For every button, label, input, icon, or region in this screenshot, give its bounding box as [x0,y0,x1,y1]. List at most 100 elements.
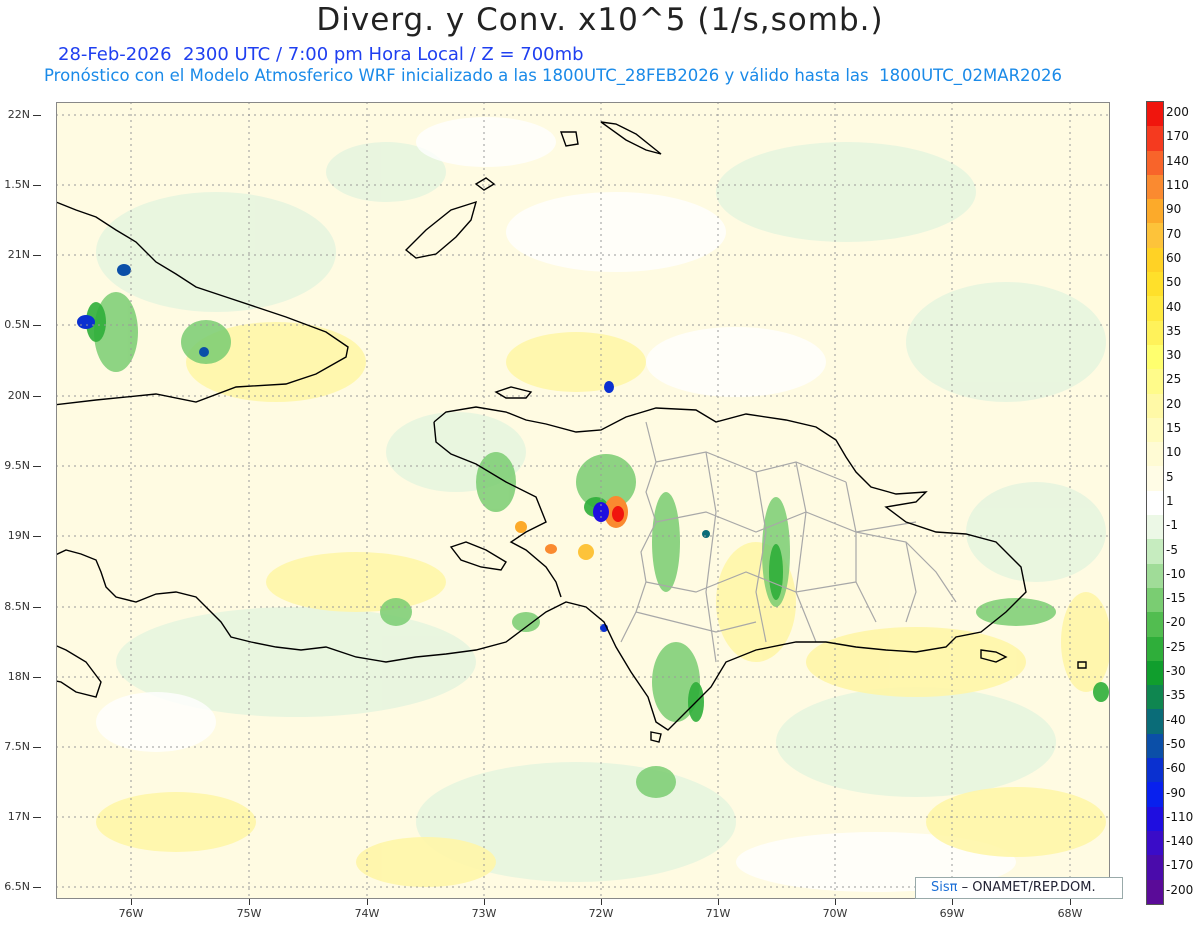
divergence-field [56,102,1110,899]
lon-label-72w: 72W [588,907,614,920]
color-scale-label: -140 [1166,834,1194,849]
lon-tick [601,899,602,905]
lon-label-69w: 69W [939,907,965,920]
color-scale-label: 140 [1166,153,1189,168]
color-scale-swatch [1147,150,1163,175]
color-scale-swatch [1147,539,1163,564]
lat-label-18-5n: 8.5N [4,600,30,613]
lon-tick [718,899,719,905]
color-scale-swatch [1147,709,1163,734]
lon-tick [249,899,250,905]
model-info-line: Pronóstico con el Modelo Atmosferico WRF… [44,66,1063,85]
lon-tick [835,899,836,905]
lat-tick [33,817,41,818]
lat-tick [33,325,41,326]
lat-label-21-5n: 1.5N [4,178,30,191]
lon-tick [367,899,368,905]
color-scale-label: 60 [1166,250,1182,265]
color-scale-swatch [1147,466,1163,491]
color-scale-swatch [1147,126,1163,151]
color-scale-swatch [1147,685,1163,710]
lat-tick [33,747,41,748]
color-scale-swatch [1147,393,1163,418]
credit-box: Sisπ – ONAMET/REP.DOM. [915,877,1123,899]
color-scale-swatch [1147,344,1163,370]
color-scale-swatch [1147,830,1163,856]
sispi-logo-text: Sisπ [931,880,958,895]
color-scale-swatch [1147,223,1163,248]
color-scale-label: 1 [1166,493,1174,508]
lat-tick [33,677,41,678]
lon-label-68w: 68W [1057,907,1083,920]
lat-tick [33,185,41,186]
color-scale-label: 20 [1166,396,1182,411]
color-scale-label: -10 [1166,566,1186,581]
color-scale-label: 35 [1166,323,1182,338]
lat-tick [33,466,41,467]
color-scale-label: -1 [1166,518,1178,533]
color-scale-label: 90 [1166,202,1182,217]
color-scale-label: -170 [1166,858,1194,873]
color-scale-bar [1146,101,1164,905]
color-scale-label: -90 [1166,785,1186,800]
lon-label-73w: 73W [471,907,497,920]
lat-label-17-5n: 7.5N [4,740,30,753]
lon-tick [131,899,132,905]
color-scale-swatch [1147,587,1163,613]
lat-label-19n: 19N [7,529,30,542]
lat-label-22n: 22N [7,108,30,121]
lat-tick [33,607,41,608]
lat-tick [33,396,41,397]
lat-tick [33,115,41,116]
lat-label-20n: 20N [7,389,30,402]
map-area [56,102,1110,899]
color-scale-label: 10 [1166,445,1182,460]
color-scale-label: -5 [1166,542,1178,557]
color-scale-label: -15 [1166,591,1186,606]
color-scale-label: 15 [1166,421,1182,436]
lat-label-20-5n: 0.5N [4,318,30,331]
color-scale-swatch [1147,782,1163,807]
lon-label-74w: 74W [354,907,380,920]
color-scale-label: 25 [1166,372,1182,387]
color-scale-swatch [1147,515,1163,540]
color-scale-label: -25 [1166,639,1186,654]
color-scale-swatch [1147,247,1163,273]
color-scale-swatch [1147,879,1163,904]
color-scale-swatch [1147,636,1163,661]
color-scale-swatch [1147,320,1163,345]
color-scale-swatch [1147,733,1163,759]
color-scale-label: -20 [1166,615,1186,630]
color-scale-swatch [1147,612,1163,637]
color-scale-swatch [1147,272,1163,297]
lon-label-70w: 70W [822,907,848,920]
lat-label-16-5n: 6.5N [4,880,30,893]
color-scale-swatch [1147,806,1163,831]
color-scale-label: 200 [1166,105,1189,120]
color-scale-label: -30 [1166,664,1186,679]
color-scale-swatch [1147,199,1163,224]
lat-label-19-5n: 9.5N [4,459,30,472]
lat-tick [33,536,41,537]
credit-text: – ONAMET/REP.DOM. [961,880,1096,895]
lat-label-17n: 17N [7,810,30,823]
color-scale-label: 30 [1166,348,1182,363]
lon-label-75w: 75W [236,907,262,920]
color-scale-label: -50 [1166,736,1186,751]
color-scale-label: -60 [1166,761,1186,776]
color-scale-swatch [1147,490,1163,516]
lon-label-76w: 76W [118,907,144,920]
lon-tick [484,899,485,905]
lat-tick [33,887,41,888]
lat-tick [33,255,41,256]
color-scale-swatch [1147,563,1163,588]
color-scale-label: 50 [1166,275,1182,290]
color-scale-label: 170 [1166,129,1189,144]
color-scale-swatch [1147,417,1163,443]
lon-tick [952,899,953,905]
map-title: Diverg. y Conv. x10^5 (1/s,somb.) [316,2,884,38]
lon-label-71w: 71W [705,907,731,920]
lat-label-21n: 21N [7,248,30,261]
color-scale-swatch [1147,369,1163,394]
color-scale-swatch [1147,442,1163,467]
